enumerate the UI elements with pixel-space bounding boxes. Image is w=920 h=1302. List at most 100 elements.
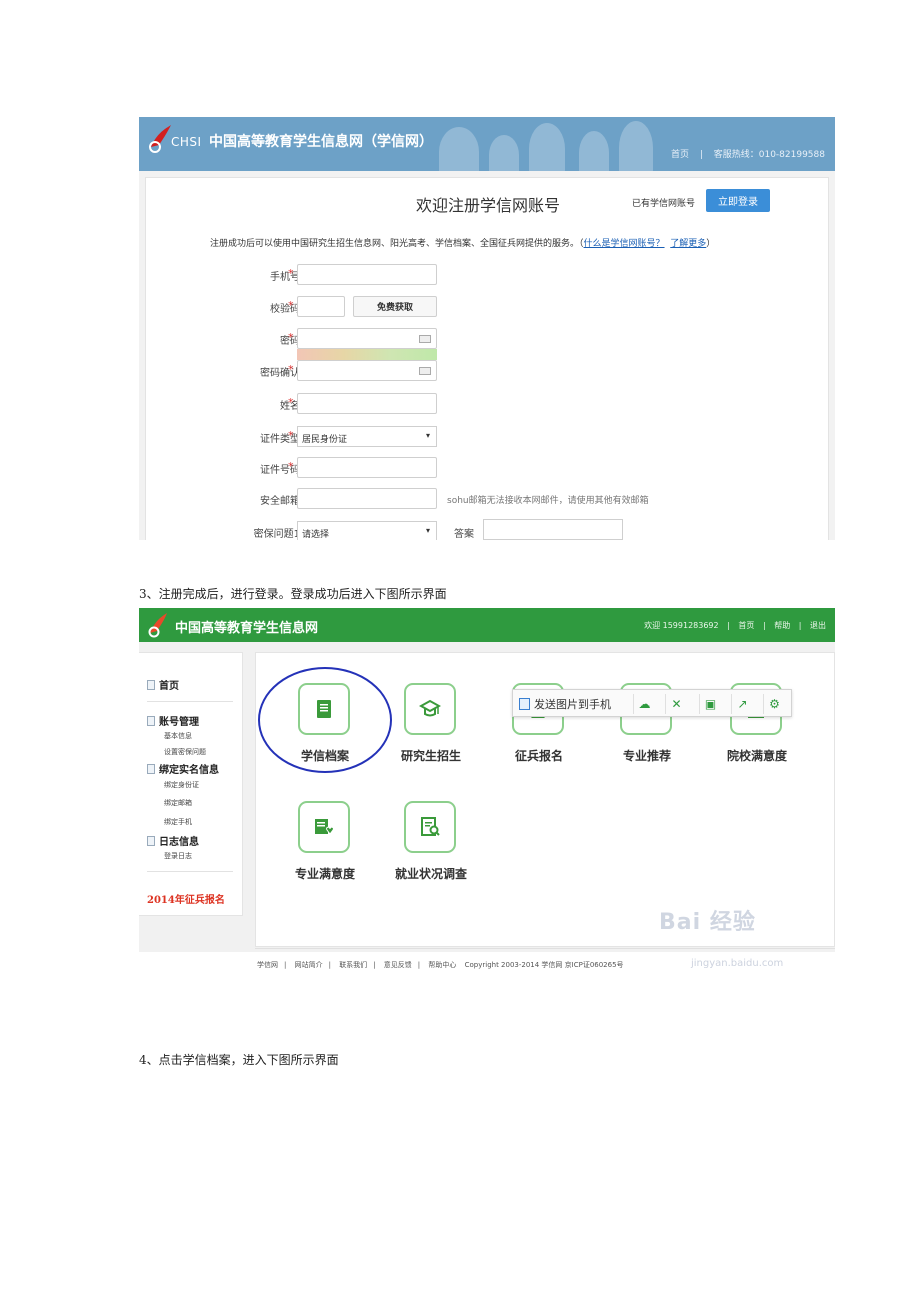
tile-label: 专业满意度 (294, 867, 355, 881)
divider (147, 871, 233, 872)
tile-employment-survey[interactable]: 就业状况调查 (376, 801, 486, 901)
required-mark: * (288, 267, 294, 280)
keyboard-icon[interactable] (419, 335, 431, 343)
graduation-cap-icon (419, 699, 441, 717)
page-icon (147, 680, 155, 690)
sidebar-subitem-bind-id[interactable]: 绑定身份证 (164, 780, 199, 790)
home-link[interactable]: 首页 (738, 621, 754, 630)
sidebar-item-account[interactable]: 账号管理 (147, 713, 199, 728)
image-icon (519, 698, 530, 710)
question1-label: 密保问题1 (253, 529, 300, 540)
required-mark: * (288, 460, 294, 473)
sidebar-item-label: 日志信息 (159, 837, 199, 848)
brand-text: CHSI (171, 135, 202, 149)
baidu-watermark: Bai 经验 (659, 910, 756, 935)
phone-input[interactable] (297, 264, 437, 285)
tile-label: 就业状况调查 (394, 867, 467, 881)
email-input[interactable] (297, 488, 437, 509)
send-to-phone-toolbar: 发送图片到手机 ☁ ✕ ▣ ↗ ⚙ (512, 689, 792, 717)
required-mark: * (288, 429, 294, 442)
footer-link[interactable]: 意见反馈 (384, 961, 412, 969)
sidebar-subitem-security-question[interactable]: 设置密保问题 (164, 747, 206, 757)
tile-icon-box (404, 801, 456, 853)
keyboard-icon[interactable] (419, 367, 431, 375)
password-strength-bar (297, 349, 437, 360)
tile-graduate-admission[interactable]: 研究生招生 (376, 683, 486, 783)
share-icon[interactable]: ↗ (731, 694, 753, 714)
sidebar-subitem-bind-phone[interactable]: 绑定手机 (164, 817, 192, 827)
sidebar-subitem-bind-email[interactable]: 绑定邮箱 (164, 798, 192, 808)
sidebar-item-real-name[interactable]: 绑定实名信息 (147, 761, 219, 776)
what-is-account-link[interactable]: 什么是学信网账号？ (584, 239, 665, 249)
tile-label: 研究生招生 (400, 749, 461, 763)
send-to-phone-button[interactable]: 发送图片到手机 (519, 696, 611, 712)
question1-select[interactable]: 请选择 ▾ (297, 521, 437, 540)
registration-form-card: 欢迎注册学信网账号 已有学信网账号 立即登录 注册成功后可以使用中国研究生招生信… (145, 177, 829, 540)
page-title: 欢迎注册学信网账号 (416, 196, 561, 215)
id-number-row: 证件号码 * (146, 457, 830, 479)
footer-link[interactable]: 学信网 (257, 961, 278, 969)
sidebar-subitem-login-log[interactable]: 登录日志 (164, 851, 192, 861)
services-panel: 学信档案 研究生招生 征兵报名 专业推荐 院校满意度 专业满意度 就业状况调查 … (255, 652, 835, 947)
footer-link[interactable]: 网站简介 (295, 961, 323, 969)
site-name: 中国高等教育学生信息网（学信网） (209, 134, 433, 150)
id-number-input[interactable] (297, 457, 437, 478)
password-confirm-input[interactable] (297, 360, 437, 381)
id-type-row: 证件类型 * 居民身份证 ▾ (146, 426, 830, 448)
footer-link[interactable]: 联系我们 (339, 961, 367, 969)
save-icon[interactable]: ▣ (699, 694, 721, 714)
recruit-2014-link[interactable]: 2014年征兵报名 (147, 891, 225, 906)
site-name: 中国高等教育学生信息网 (175, 621, 319, 636)
id-type-label: 证件类型 (260, 434, 300, 445)
name-row: 姓名 * (146, 393, 830, 415)
dropdown-arrow-icon: ▾ (425, 431, 430, 440)
home-link[interactable]: 首页 (671, 150, 689, 160)
settings-gear-icon[interactable]: ⚙ (763, 694, 785, 714)
sidebar-subitem-basic-info[interactable]: 基本信息 (164, 731, 192, 741)
login-button[interactable]: 立即登录 (706, 189, 770, 212)
dropdown-arrow-icon: ▾ (425, 526, 430, 535)
nav-separator: | (727, 621, 730, 630)
caption-step4: 4、点击学信档案，进入下图所示界面 (139, 1053, 339, 1067)
help-link[interactable]: 帮助 (774, 621, 790, 630)
required-mark: * (288, 299, 294, 312)
cloud-icon[interactable]: ☁ (633, 694, 655, 714)
registration-screenshot: CHSI 中国高等教育学生信息网（学信网） 首页 | 客服热线：010-8219… (139, 117, 835, 540)
question1-value: 请选择 (302, 530, 330, 540)
footer: 学信网 | 网站简介 | 联系我们 | 意见反馈 | 帮助中心 Copyright 20… (257, 960, 630, 970)
code-input[interactable] (297, 296, 345, 317)
expand-icon[interactable]: ✕ (665, 694, 687, 714)
page-icon (147, 764, 155, 774)
sidebar-item-label: 账号管理 (159, 717, 199, 728)
top-nav: 首页 | 客服热线：010-82199588 (667, 147, 829, 160)
name-input[interactable] (297, 393, 437, 414)
top-nav: 欢迎 15991283692 | 首页 | 帮助 | 退出 (641, 620, 829, 631)
sidebar: 首页 账号管理 基本信息 设置密保问题 绑定实名信息 绑定身份证 绑定邮箱 绑定… (139, 652, 243, 916)
code-row: 校验码 * 免费获取 (146, 296, 830, 318)
footer-link[interactable]: 帮助中心 (428, 961, 456, 969)
answer-input[interactable] (483, 519, 623, 540)
id-type-select[interactable]: 居民身份证 ▾ (297, 426, 437, 447)
hotline-text: 客服热线：010-82199588 (713, 150, 825, 160)
phone-row: 手机号 * (146, 264, 830, 286)
password-input[interactable] (297, 328, 437, 349)
footer-separator: | (417, 961, 421, 969)
logout-link[interactable]: 退出 (810, 621, 826, 630)
tile-label: 征兵报名 (514, 749, 563, 763)
nav-separator: | (798, 621, 802, 630)
chsi-header: CHSI 中国高等教育学生信息网（学信网） 首页 | 客服热线：010-8219… (139, 117, 835, 171)
document-icon (317, 700, 331, 718)
send-to-phone-label: 发送图片到手机 (534, 698, 611, 711)
answer-label: 答案 (454, 529, 474, 540)
password-confirm-label: 密码确认 (260, 368, 300, 379)
note-text: 注册成功后可以使用中国研究生招生信息网、阳光高考、学信档案、全国征兵网提供的服务… (210, 239, 584, 249)
nav-separator: | (699, 150, 703, 160)
sidebar-item-home[interactable]: 首页 (147, 677, 179, 692)
search-document-icon (421, 817, 440, 836)
get-code-button[interactable]: 免费获取 (353, 296, 437, 317)
sidebar-item-log[interactable]: 日志信息 (147, 833, 199, 848)
footer-separator: | (373, 961, 376, 969)
tile-xuexin-archive[interactable]: 学信档案 (270, 683, 380, 783)
tile-major-satisfaction[interactable]: 专业满意度 (270, 801, 380, 901)
learn-more-link[interactable]: 了解更多 (670, 239, 706, 249)
